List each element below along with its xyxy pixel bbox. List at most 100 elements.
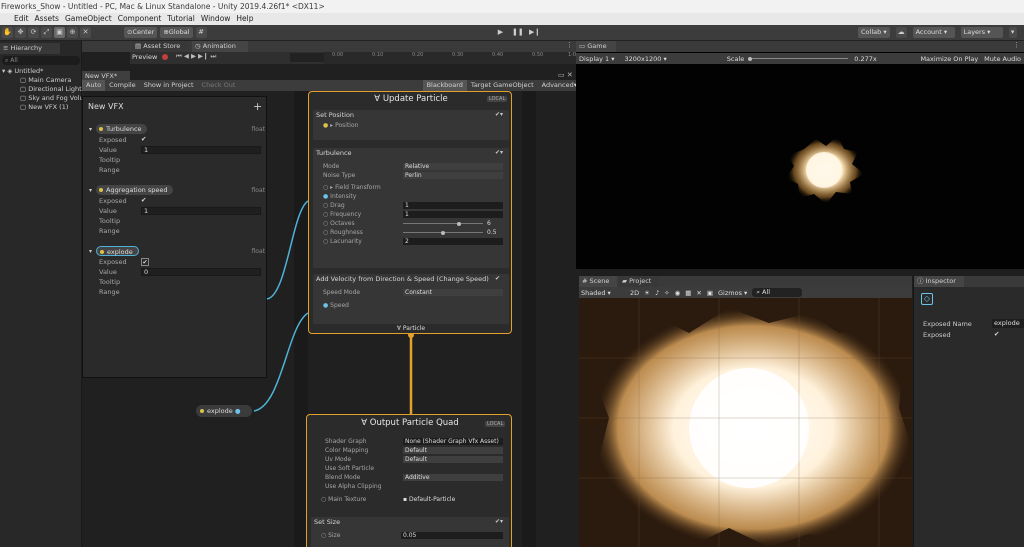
pivot-center-button[interactable]: ⊙Center [124, 27, 158, 38]
play-icon[interactable]: ▶ [495, 27, 506, 38]
tree-item-directional-light[interactable]: ▢ Directional Light [2, 85, 82, 94]
tree-item-sky-fog[interactable]: ▢ Sky and Fog Volume [2, 94, 94, 103]
pause-icon[interactable]: ❚❚ [512, 27, 524, 38]
mode-dropdown[interactable]: Relative [403, 163, 503, 170]
tab-inspector[interactable]: ⓘ Inspector [914, 276, 964, 287]
pivot-global-button[interactable]: ⊕Global [160, 27, 193, 38]
grid-snap-icon[interactable]: # [195, 27, 207, 38]
game-view-panel: ▭ Game ⋮ Display 1 ▾ 3200x1200 ▾ Scale 0… [576, 41, 1024, 269]
cube-icon: ◇ [921, 293, 933, 305]
maximize-toggle[interactable]: Maximize On Play [920, 55, 978, 63]
tree-item-main-camera[interactable]: ▢ Main Camera [2, 76, 82, 85]
explode-parameter-node[interactable]: explode ● [196, 405, 252, 417]
lacunarity-field[interactable]: 2 [403, 238, 503, 245]
gizmos-dropdown[interactable]: Gizmos ▾ [718, 289, 747, 297]
tab-hierarchy[interactable]: ≡ Hierarchy [0, 43, 60, 54]
menu-component[interactable]: Component [118, 13, 162, 25]
enable-checkbox[interactable]: ✔ [495, 275, 500, 282]
speed-row[interactable]: ● Speed [313, 301, 509, 310]
space-badge[interactable]: LOCAL [485, 421, 506, 427]
position-port[interactable]: ● ▸ Position [313, 121, 509, 130]
tab-game[interactable]: ▭ Game [576, 41, 616, 52]
space-badge[interactable]: LOCAL [487, 96, 508, 102]
grid-icon[interactable]: ▦ [685, 289, 691, 297]
menu-help[interactable]: Help [236, 13, 253, 25]
block-turbulence[interactable]: Turbulence ✔▾ Mode Relative Noise Type Per… [313, 148, 509, 268]
slider-knob[interactable] [748, 56, 753, 61]
hierarchy-search[interactable]: ⌕ All [2, 56, 80, 65]
hidden-objects-icon[interactable]: ◉ [675, 289, 681, 297]
layers-button[interactable]: Layers ▾ [960, 27, 1003, 38]
step-icon[interactable]: ▶❙ [529, 27, 540, 38]
update-particle-node[interactable]: ∀ Update Particle LOCAL Set Position ✔▾ … [308, 91, 512, 334]
roughness-value[interactable]: 0.5 [487, 228, 497, 237]
layout-button[interactable]: ▾ [1008, 27, 1017, 38]
tab-project[interactable]: ▰ Project [619, 276, 659, 287]
uv-mode-dropdown[interactable]: Default [403, 456, 503, 463]
window-title: Fireworks_Show - Untitled - PC, Mac & Li… [0, 0, 1024, 13]
custom-tool-icon[interactable]: ✕ [80, 27, 91, 38]
hand-tool-icon[interactable]: ✋ [2, 27, 13, 38]
camera-icon[interactable]: ▣ [707, 289, 713, 297]
octaves-value[interactable]: 6 [487, 219, 491, 228]
menu-gameobject[interactable]: GameObject [65, 13, 112, 25]
speed-mode-dropdown[interactable]: Constant [403, 289, 503, 296]
display-dropdown[interactable]: Display 1 ▾ [579, 55, 615, 63]
port-ring-icon: ○ [323, 202, 329, 209]
blend-mode-dropdown[interactable]: Additive [403, 474, 503, 481]
effects-icon[interactable]: ✧ [664, 289, 669, 297]
enable-checkbox[interactable]: ✔▾ [495, 518, 503, 525]
game-viewport[interactable] [576, 64, 1024, 269]
field-transform-row[interactable]: ○ ▸ Field Transform [313, 183, 509, 192]
slider-knob[interactable] [457, 221, 461, 226]
scale-slider[interactable] [748, 56, 849, 61]
collab-button[interactable]: Collab ▾ [858, 27, 890, 38]
color-mapping-dropdown[interactable]: Default [403, 447, 503, 454]
cloud-icon[interactable]: ☁ [895, 27, 907, 38]
resolution-dropdown[interactable]: 3200x1200 ▾ [625, 55, 667, 63]
octaves-slider[interactable] [403, 221, 483, 226]
tools-icon[interactable]: ✕ [696, 289, 701, 297]
rect-tool-icon[interactable]: ▣ [54, 27, 65, 38]
enable-checkbox[interactable]: ✔▾ [495, 111, 503, 118]
transform-tool-icon[interactable]: ⊕ [67, 27, 78, 38]
slider-knob[interactable] [441, 230, 445, 235]
size-field[interactable]: 0.05 [401, 532, 503, 539]
exposed-checkbox[interactable]: ✔ [994, 330, 999, 338]
shading-mode-dropdown[interactable]: Shaded ▾ [581, 289, 625, 297]
shader-graph-field[interactable]: None (Shader Graph Vfx Asset) [403, 438, 503, 445]
intensity-row[interactable]: ● Intensity [313, 192, 509, 201]
drag-field[interactable]: 1 [403, 202, 503, 209]
tab-scene[interactable]: # Scene [579, 276, 617, 287]
main-texture-field[interactable]: ▪ Default-Particle [403, 495, 455, 504]
scene-viewport[interactable] [579, 298, 912, 547]
menu-assets[interactable]: Assets [35, 13, 59, 25]
block-add-velocity[interactable]: Add Velocity from Direction & Speed (Cha… [313, 274, 509, 324]
block-set-position[interactable]: Set Position ✔▾ ● ▸ Position [313, 110, 509, 140]
output-particle-quad-node[interactable]: ∀ Output Particle Quad LOCAL Shader Grap… [306, 414, 512, 547]
context-icon: ∀ [396, 325, 401, 332]
enable-checkbox[interactable]: ✔▾ [495, 149, 503, 156]
tree-item-new-vfx[interactable]: ▢ New VFX (1) [2, 103, 82, 112]
hierarchy-panel: ≡ Hierarchy ⌕ All ▾ ◈ Untitled* ▢ Main C… [0, 41, 94, 547]
rotate-tool-icon[interactable]: ⟳ [28, 27, 39, 38]
output-port-icon[interactable]: ● [235, 407, 241, 415]
block-set-size[interactable]: Set Size ✔▾ ○ Size 0.05 [311, 517, 509, 547]
mute-toggle[interactable]: Mute Audio [984, 55, 1021, 63]
lighting-icon[interactable]: ☀ [644, 289, 650, 297]
panel-menu-icon[interactable]: ⋮ [1013, 41, 1020, 49]
exposed-name-field[interactable]: explode [992, 319, 1024, 328]
tree-item-scene[interactable]: ▾ ◈ Untitled* [2, 67, 82, 76]
noise-dropdown[interactable]: Perlin [403, 172, 503, 179]
menu-window[interactable]: Window [201, 13, 231, 25]
frequency-field[interactable]: 1 [403, 211, 503, 218]
move-tool-icon[interactable]: ✥ [15, 27, 26, 38]
scene-search[interactable]: ⌕ All [752, 288, 803, 297]
menu-edit[interactable]: Edit [14, 13, 29, 25]
toggle-2d[interactable]: 2D [630, 289, 639, 297]
account-button[interactable]: Account ▾ [912, 27, 955, 38]
roughness-slider[interactable] [403, 230, 483, 235]
menu-tutorial[interactable]: Tutorial [167, 13, 195, 25]
scale-tool-icon[interactable]: ⤢ [41, 27, 52, 38]
audio-icon[interactable]: ♪ [655, 289, 659, 297]
